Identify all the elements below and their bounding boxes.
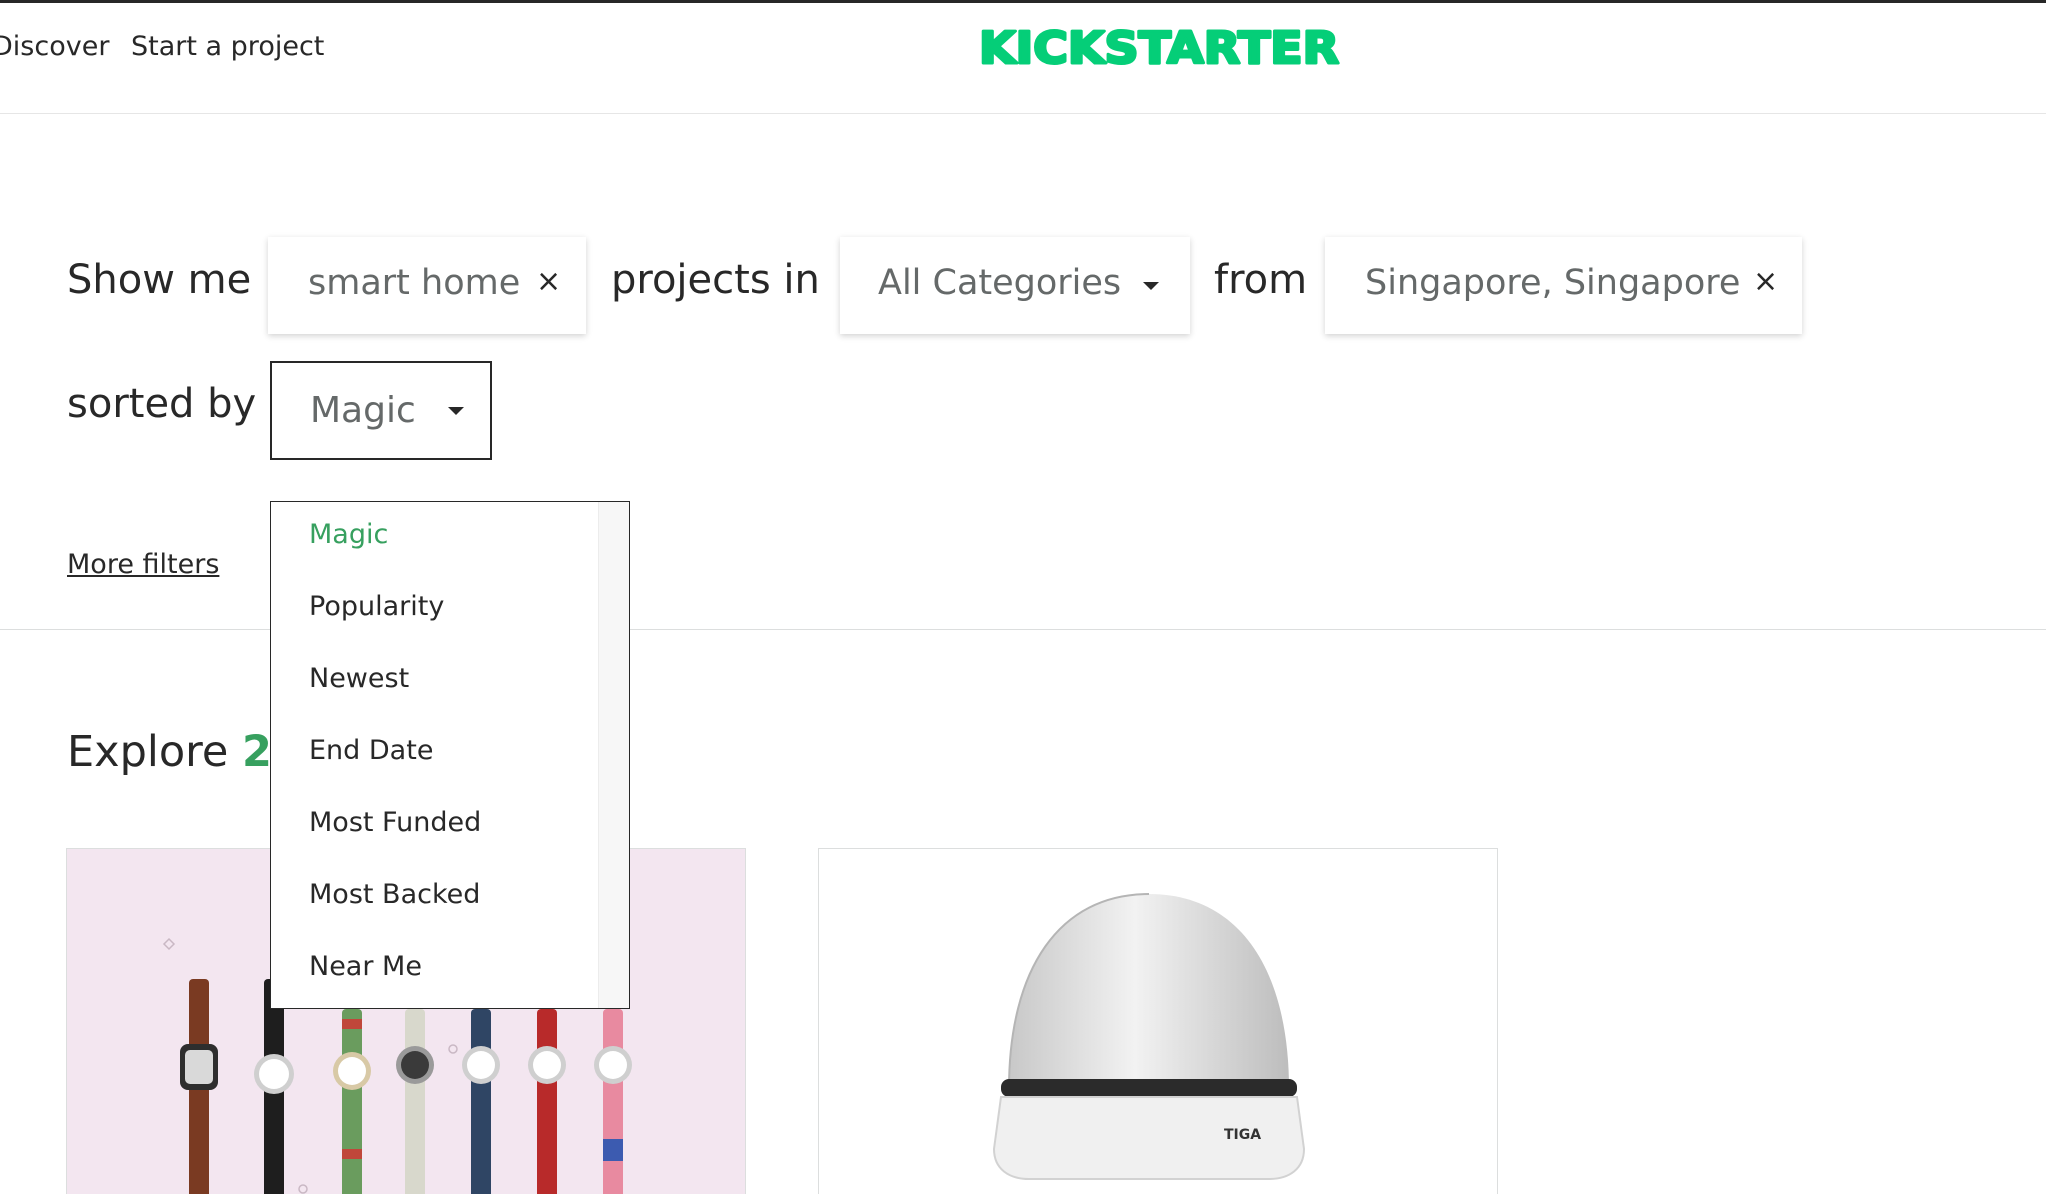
sort-select[interactable]: Magic [270,361,492,460]
clear-location-icon[interactable]: × [1753,264,1778,299]
sort-option-near-me[interactable]: Near Me [309,951,422,982]
kickstarter-logo-mark: KICKSTARTER [978,22,1341,76]
tiga-brand-text: TIGA [1224,1127,1261,1143]
tiga-device-image: TIGA [992,893,1306,1180]
sort-dropdown-menu: Magic Popularity Newest End Date Most Fu… [270,501,630,1009]
from-label: from [1214,257,1308,303]
site-header: Discover Start a project KICKSTARTER [0,3,2046,114]
search-term-value: smart home [308,263,521,303]
more-filters-link[interactable]: More filters [67,549,219,580]
clear-search-icon[interactable]: × [536,264,561,299]
sort-option-most-backed[interactable]: Most Backed [309,879,480,910]
category-select[interactable]: All Categories [840,237,1190,334]
sort-value: Magic [310,390,416,431]
sorted-by-label: sorted by [67,381,257,427]
show-me-label: Show me [67,257,252,303]
explore-heading: Explore 2 [67,727,272,777]
explore-prefix: Explore [67,727,229,777]
dropdown-scrollbar[interactable] [598,502,629,1008]
search-term-pill[interactable]: smart home × [268,237,586,334]
sort-option-popularity[interactable]: Popularity [309,591,444,622]
sort-option-most-funded[interactable]: Most Funded [309,807,481,838]
chevron-down-icon [1143,282,1159,290]
location-pill[interactable]: Singapore, Singapore × [1325,237,1802,334]
projects-in-label: projects in [611,257,820,303]
nav-start-project-link[interactable]: Start a project [131,31,324,62]
explore-count: 2 [242,727,272,777]
category-value: All Categories [878,263,1122,303]
kickstarter-logo[interactable]: KICKSTARTER [978,22,1341,76]
sort-option-magic[interactable]: Magic [309,519,388,550]
sort-option-newest[interactable]: Newest [309,663,409,694]
logo-text: KICKSTARTER [979,23,1339,69]
nav-discover-link[interactable]: Discover [0,31,109,62]
sort-option-end-date[interactable]: End Date [309,735,433,766]
project-card-tiga[interactable]: TIGA [818,848,1498,1194]
page: Discover Start a project KICKSTARTER Sho… [0,0,2046,1194]
chevron-down-icon [448,407,464,415]
location-value: Singapore, Singapore [1365,263,1741,303]
